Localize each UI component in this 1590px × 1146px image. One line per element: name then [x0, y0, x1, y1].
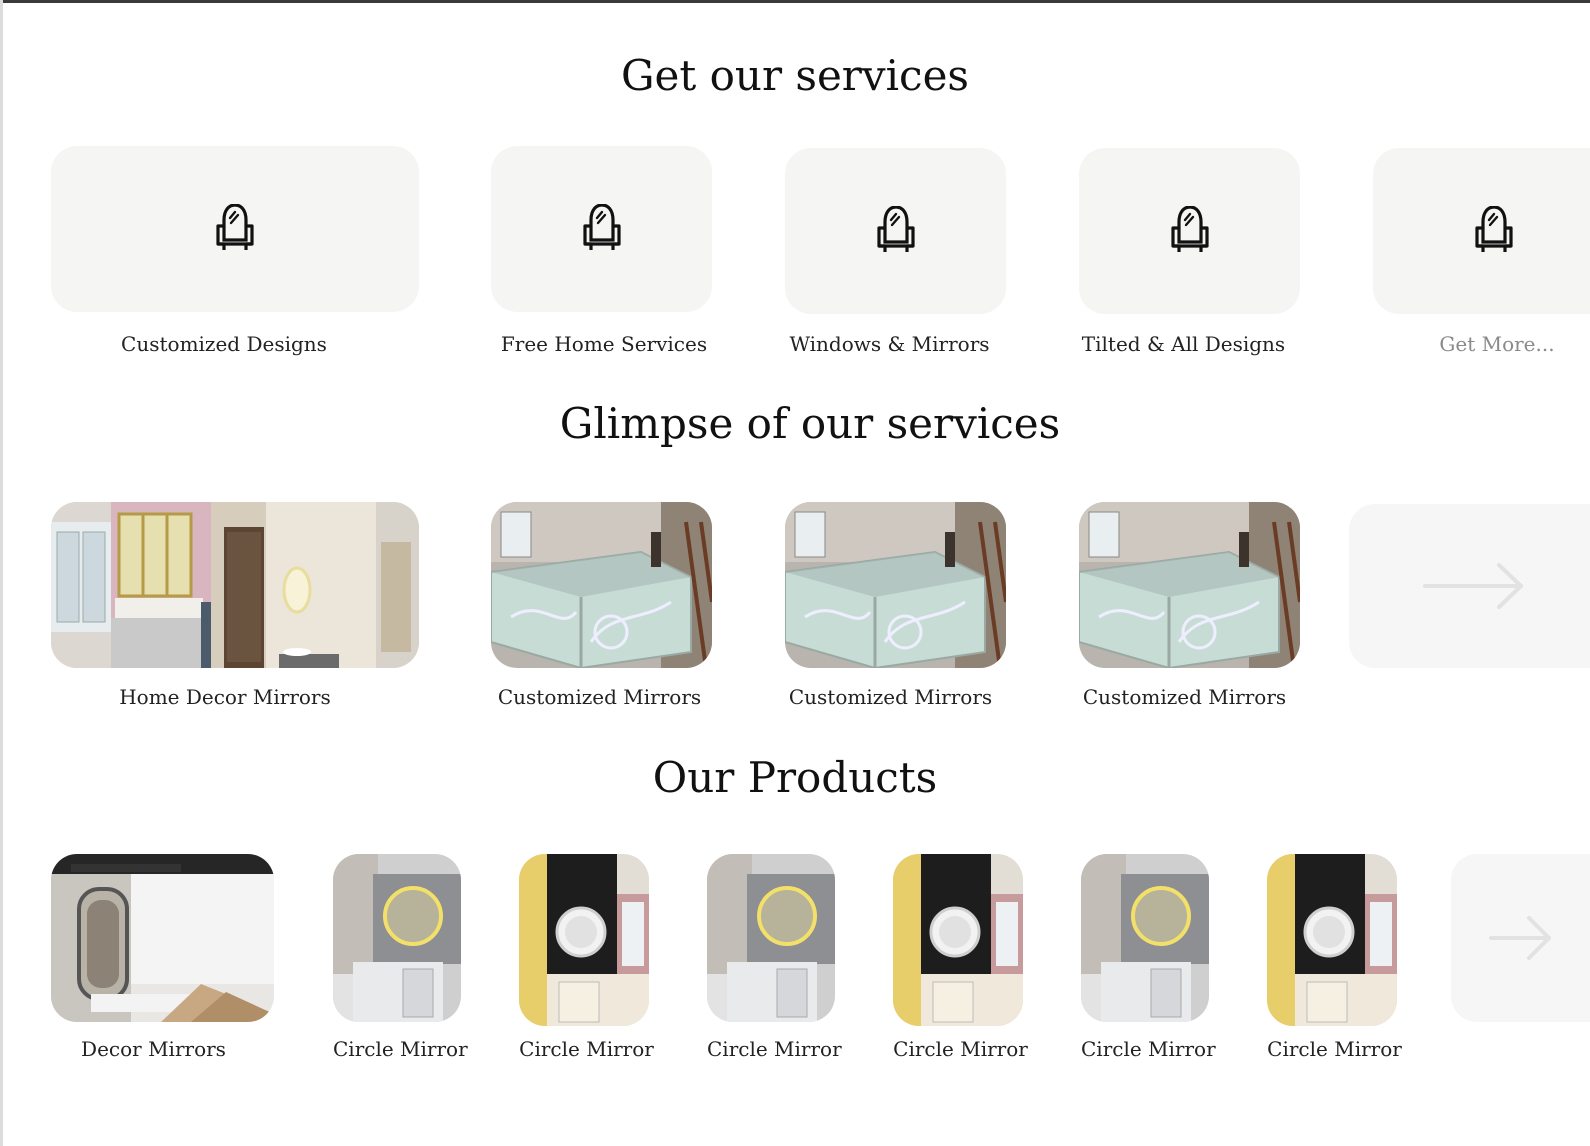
mirror-stand-icon [876, 206, 915, 254]
glimpse-card-customized-mirrors[interactable] [491, 502, 712, 668]
glimpse-card-customized-mirrors[interactable] [785, 502, 1006, 668]
product-label[interactable]: Circle Mirror [333, 1039, 468, 1059]
glass-railing-photo [1079, 502, 1300, 668]
glimpse-card-customized-mirrors[interactable] [1079, 502, 1300, 668]
arrow-right-icon [1488, 916, 1551, 960]
glimpse-next-button[interactable] [1349, 504, 1590, 668]
product-label[interactable]: Circle Mirror [893, 1039, 1028, 1059]
glimpse-label[interactable]: Home Decor Mirrors [51, 687, 399, 707]
mirror-stand-icon [1170, 206, 1209, 254]
home-decor-photo [51, 502, 419, 668]
product-card-circle-mirror[interactable] [1267, 854, 1397, 1026]
top-border [0, 0, 1590, 3]
product-card-circle-mirror[interactable] [707, 854, 835, 1022]
glimpse-label[interactable]: Customized Mirrors [1079, 687, 1290, 707]
left-border [0, 0, 3, 1146]
product-card-circle-mirror[interactable] [333, 854, 461, 1022]
mirror-stand-icon [216, 204, 254, 252]
circle-mirror-photo [519, 854, 649, 1026]
service-card-get-more[interactable] [1373, 148, 1590, 314]
mirror-stand-icon [582, 204, 621, 252]
circle-mirror-photo [707, 854, 835, 1022]
circle-mirror-photo [893, 854, 1023, 1026]
product-label[interactable]: Decor Mirrors [51, 1039, 256, 1059]
service-label[interactable]: Windows & Mirrors [779, 334, 1000, 354]
circle-mirror-photo [1267, 854, 1397, 1026]
service-label[interactable]: Free Home Services [491, 334, 717, 354]
product-card-decor-mirrors[interactable] [51, 854, 274, 1022]
product-label[interactable]: Circle Mirror [1267, 1039, 1402, 1059]
product-card-circle-mirror[interactable] [893, 854, 1023, 1026]
mirror-stand-icon [1474, 206, 1513, 254]
glimpse-label[interactable]: Customized Mirrors [785, 687, 996, 707]
decor-mirror-photo [51, 854, 274, 1022]
circle-mirror-photo [1081, 854, 1209, 1022]
products-title: Our Products [652, 753, 938, 802]
glass-railing-photo [491, 502, 712, 668]
circle-mirror-photo [333, 854, 461, 1022]
glimpse-label[interactable]: Customized Mirrors [491, 687, 708, 707]
get-more-link[interactable]: Get More... [1397, 334, 1590, 354]
service-label[interactable]: Customized Designs [51, 334, 397, 354]
product-label[interactable]: Circle Mirror [707, 1039, 842, 1059]
product-label[interactable]: Circle Mirror [1081, 1039, 1216, 1059]
product-card-circle-mirror[interactable] [1081, 854, 1209, 1022]
glimpse-card-home-decor[interactable] [51, 502, 419, 668]
service-label[interactable]: Tilted & All Designs [1073, 334, 1294, 354]
service-card-customized-designs[interactable] [51, 146, 419, 312]
service-card-tilted-designs[interactable] [1079, 148, 1300, 314]
products-next-button[interactable] [1451, 854, 1590, 1022]
glass-railing-photo [785, 502, 1006, 668]
arrow-right-icon [1422, 563, 1523, 609]
glimpse-title: Glimpse of our services [559, 399, 1061, 448]
product-card-circle-mirror[interactable] [519, 854, 649, 1026]
services-title: Get our services [621, 51, 969, 100]
service-card-free-home-services[interactable] [491, 146, 712, 312]
service-card-windows-mirrors[interactable] [785, 148, 1006, 314]
product-label[interactable]: Circle Mirror [519, 1039, 654, 1059]
